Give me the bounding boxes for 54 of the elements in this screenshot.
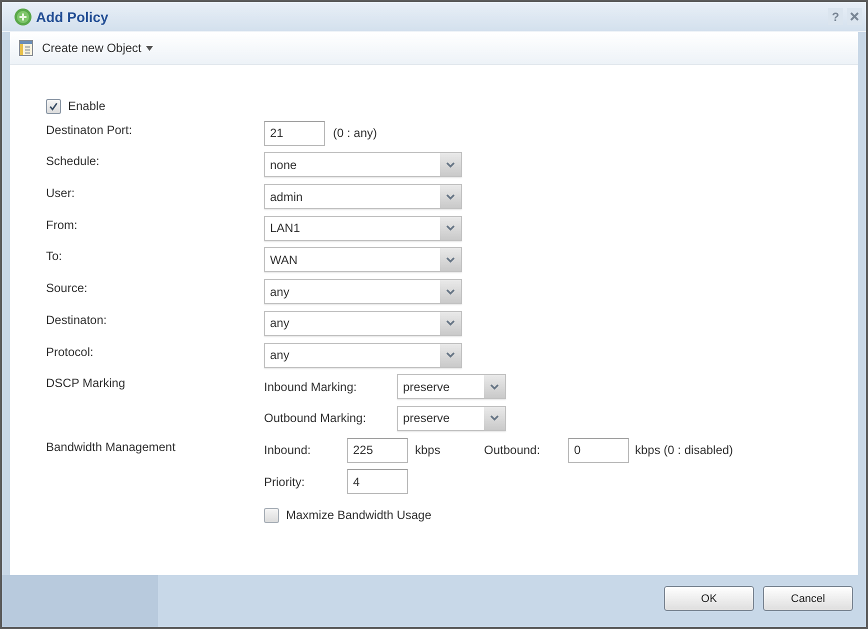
chevron-down-icon (440, 312, 461, 335)
field-label: Destinaton Port: (46, 122, 132, 138)
field-label: To: (46, 248, 62, 264)
chevron-down-icon (440, 153, 461, 176)
form-icon (19, 40, 33, 56)
plus-circle-icon (14, 8, 32, 26)
field-label: From: (46, 216, 78, 233)
field-label: Priority: (264, 474, 305, 489)
section-label: Bandwidth Management (46, 438, 176, 455)
chevron-down-icon (440, 248, 461, 272)
field-label: User: (46, 185, 75, 202)
window-title: Add Policy (36, 8, 108, 24)
unit-text: kbps (415, 443, 440, 458)
dialog-button[interactable]: OK (664, 586, 754, 611)
field-label: Source: (46, 280, 88, 296)
dropdown[interactable]: any (264, 310, 462, 336)
input-field[interactable]: 225 (347, 438, 408, 463)
close-button[interactable] (847, 8, 862, 25)
field-label: Inbound: (264, 443, 311, 458)
hint-text: (0 : any) (333, 126, 378, 140)
dropdown[interactable]: any (264, 279, 462, 304)
checkbox[interactable] (46, 98, 61, 114)
dropdown[interactable]: preserve (397, 406, 506, 431)
checkbox-label: Enable (68, 98, 106, 114)
dropdown[interactable]: none (264, 152, 462, 178)
section-label: DSCP Marking (46, 375, 126, 392)
chevron-down-icon (440, 216, 461, 240)
field-label: Protocol: (46, 344, 94, 360)
chevron-down-icon (440, 280, 461, 304)
input-field[interactable]: 0 (568, 438, 629, 463)
field-label: Inbound Marking: (264, 380, 357, 394)
field-label: Outbound Marking: (264, 411, 366, 426)
dropdown[interactable]: admin (264, 184, 462, 210)
chevron-down-icon (484, 406, 505, 430)
input-field[interactable]: 4 (347, 469, 408, 494)
checkbox[interactable] (264, 508, 279, 523)
dropdown[interactable]: WAN (264, 247, 462, 272)
close-icon (850, 12, 859, 21)
unit-text: kbps (0 : disabled) (635, 443, 734, 458)
input-field[interactable]: 21 (264, 120, 325, 146)
chevron-down-icon (440, 344, 461, 366)
dropdown[interactable]: preserve (397, 374, 506, 400)
field-label: Schedule: (46, 153, 100, 170)
chevron-down-icon (484, 375, 505, 398)
create-object-menu[interactable]: Create new Object (19, 40, 154, 56)
field-label: Destinaton: (46, 312, 107, 328)
checkbox-label: Maxmize Bandwidth Usage (286, 507, 432, 524)
chevron-down-icon (440, 185, 461, 208)
caret-down-icon (146, 46, 154, 50)
field-label: Outbound: (484, 443, 540, 458)
dropdown[interactable]: LAN1 (264, 216, 462, 241)
dropdown[interactable]: any (264, 342, 462, 368)
dialog-button[interactable]: Cancel (763, 586, 853, 611)
check-icon (49, 102, 58, 110)
